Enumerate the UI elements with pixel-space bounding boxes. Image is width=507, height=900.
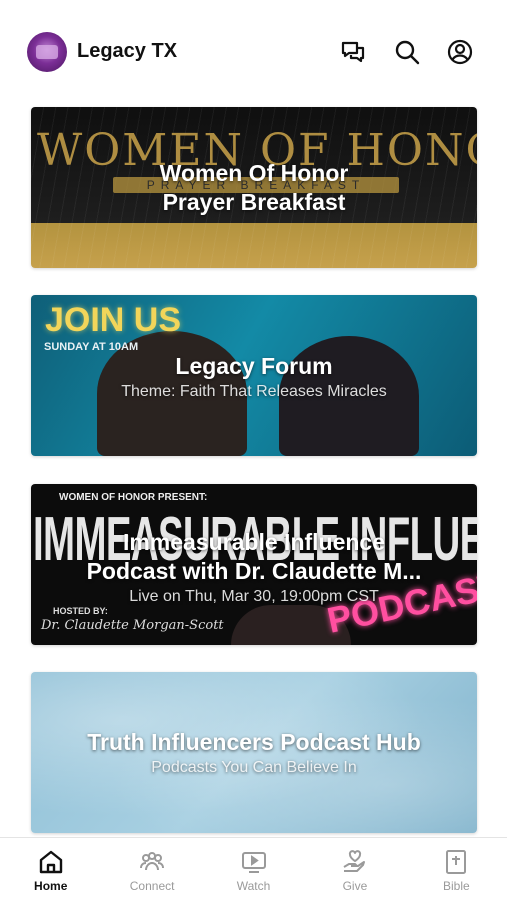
heart-hand-icon — [343, 850, 365, 872]
tab-bible[interactable]: Bible — [406, 838, 507, 900]
app-title: Legacy TX — [77, 40, 178, 62]
card-art-host: HOSTED BY: — [53, 606, 108, 616]
card-art-signature: Dr. Claudette Morgan-Scott — [41, 618, 224, 633]
tab-home[interactable]: Home — [0, 838, 101, 900]
people-icon — [140, 852, 165, 871]
card-text: Women Of Honor Prayer Breakfast — [31, 159, 477, 217]
card-subtitle: Podcasts You Can Believe In — [151, 759, 357, 776]
card-title: Legacy Forum — [175, 353, 333, 379]
card-title: Truth Influencers Podcast Hub — [87, 729, 421, 755]
bottom-tab-bar: Home Connect Watch Give Bible — [0, 837, 507, 900]
event-card-legacy-forum[interactable]: JOIN US SUNDAY AT 10AM Legacy Forum Them… — [31, 295, 477, 456]
card-title-line2: Podcast with Dr. Claudette M... — [86, 558, 422, 584]
app-header: Legacy TX — [0, 0, 507, 100]
home-icon — [39, 850, 62, 874]
event-card-truth-influencers[interactable]: Truth Influencers Podcast Hub Podcasts Y… — [31, 672, 477, 833]
card-subtitle: Theme: Faith That Releases Miracles — [121, 383, 387, 400]
card-title-line1: Women Of Honor — [159, 160, 349, 186]
event-card-immeasurable-influence[interactable]: WOMEN OF HONOR PRESENT: IMMEASURABLE INF… — [31, 484, 477, 645]
card-subtitle: Live on Thu, Mar 30, 19:00pm CST — [129, 588, 379, 605]
play-screen-icon — [241, 852, 266, 873]
tab-label: Connect — [129, 879, 175, 893]
card-text: Truth Influencers Podcast Hub Podcasts Y… — [31, 728, 477, 777]
card-art-heading: JOIN US — [45, 301, 182, 339]
tab-label: Home — [34, 879, 68, 893]
church-logo-icon[interactable] — [27, 32, 67, 72]
bible-icon — [446, 850, 467, 874]
tab-label: Bible — [442, 879, 470, 893]
card-title-line1: Immeasurable Influence — [122, 529, 386, 555]
event-card-women-of-honor[interactable]: WOMEN OF HONOR PRAYER BREAKFAST Women Of… — [31, 107, 477, 268]
chat-icon[interactable] — [338, 37, 368, 67]
tab-label: Watch — [236, 879, 271, 893]
tab-connect[interactable]: Connect — [101, 838, 202, 900]
card-text: Immeasurable Influence Podcast with Dr. … — [31, 528, 477, 606]
search-icon[interactable] — [392, 37, 422, 67]
account-icon[interactable] — [445, 37, 475, 67]
tab-give[interactable]: Give — [304, 838, 405, 900]
card-title-line2: Prayer Breakfast — [162, 189, 346, 215]
tab-label: Give — [342, 879, 368, 893]
card-art-top: WOMEN OF HONOR PRESENT: — [59, 492, 208, 503]
card-text: Legacy Forum Theme: Faith That Releases … — [31, 352, 477, 401]
tab-watch[interactable]: Watch — [203, 838, 304, 900]
